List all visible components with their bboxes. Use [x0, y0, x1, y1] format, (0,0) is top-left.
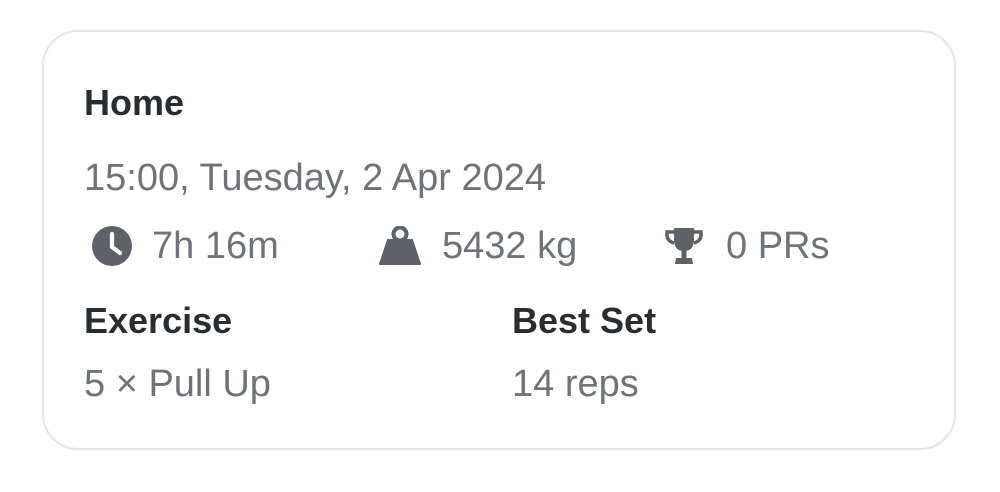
- exercise-column-header: Exercise: [84, 300, 233, 341]
- workout-title: Home: [84, 82, 185, 123]
- volume-value: 5432 kg: [442, 225, 578, 267]
- best-set-column-header: Best Set: [512, 300, 657, 341]
- workout-datetime: 15:00, Tuesday, 2 Apr 2024: [84, 157, 546, 199]
- trophy-icon: [662, 224, 706, 268]
- prs-value: 0 PRs: [726, 225, 830, 267]
- best-set-cell: 14 reps: [512, 363, 639, 405]
- exercise-cell: 5 × Pull Up: [84, 363, 271, 405]
- volume-stat: 5432 kg: [378, 224, 577, 268]
- workout-card[interactable]: Home 15:00, Tuesday, 2 Apr 2024 7h 16m 5…: [42, 30, 956, 450]
- duration-stat: 7h 16m: [90, 224, 279, 268]
- duration-value: 7h 16m: [152, 225, 279, 267]
- weight-icon: [378, 224, 422, 268]
- clock-icon: [90, 224, 134, 268]
- prs-stat: 0 PRs: [662, 224, 829, 268]
